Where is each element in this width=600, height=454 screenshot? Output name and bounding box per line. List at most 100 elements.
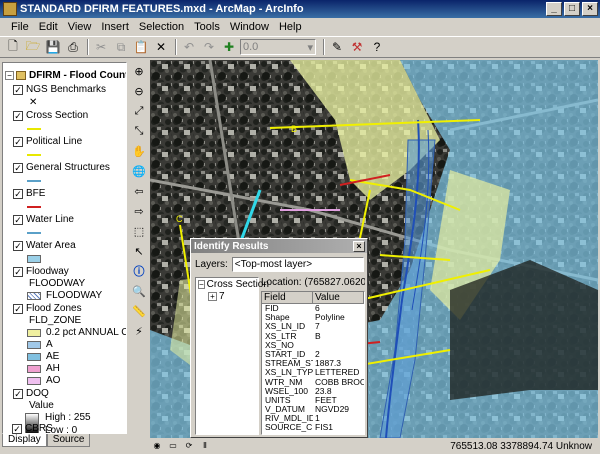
legend-line [27, 231, 41, 234]
layer-checkbox[interactable]: ✓ [13, 110, 23, 121]
select-elements-icon[interactable]: ↖ [130, 242, 148, 260]
attribute-row[interactable]: XS_LN_ID 7 [262, 322, 364, 331]
attribute-field-name: STREAM_STN [265, 359, 313, 369]
collapse-icon[interactable]: − [198, 279, 205, 289]
redo-icon[interactable]: ↷ [200, 38, 218, 56]
toc-layer-ngs-benchmarks[interactable]: ✓ NGS Benchmarks [13, 83, 106, 96]
attribute-row[interactable]: START_ID 2 [262, 350, 364, 359]
arctoolbox-icon[interactable]: ⚒ [348, 38, 366, 56]
attribute-row[interactable]: Shape Polyline [262, 313, 364, 322]
attribute-row[interactable]: XS_LN_TYP LETTERED [262, 368, 364, 377]
layer-checkbox[interactable]: ✓ [13, 388, 23, 399]
layer-checkbox[interactable]: ✓ [13, 303, 23, 314]
select-features-icon[interactable]: ⬚ [130, 222, 148, 240]
menu-help[interactable]: Help [274, 21, 307, 33]
attribute-field-value: B [315, 331, 321, 341]
attribute-field-name: XS_LN_ID [265, 322, 306, 332]
menu-window[interactable]: Window [225, 21, 274, 33]
pan-icon[interactable]: ✋ [130, 142, 148, 160]
toc-root[interactable]: − DFIRM - Flood County [5, 69, 126, 82]
new-document-icon[interactable]: 🗋 [4, 38, 22, 56]
attribute-row[interactable]: WSEL_100 23.8 [262, 387, 364, 396]
copy-icon[interactable]: ⧉ [112, 38, 130, 56]
toc-layer-general-structures[interactable]: ✓ General Structures [13, 161, 110, 174]
attribute-row[interactable]: SOURCE_CITFIS1 [262, 423, 364, 432]
data-view-icon[interactable]: ◉ [150, 440, 164, 452]
layers-dropdown[interactable]: <Top-most layer> [231, 257, 364, 272]
attribute-row[interactable]: UNITS FEET [262, 396, 364, 405]
attribute-field-value: 23.8 [315, 386, 332, 396]
column-header-field[interactable]: Field [262, 292, 313, 304]
forward-extent-icon[interactable]: ⇨ [130, 202, 148, 220]
map-scale-select[interactable]: 0.0 ▾ [240, 39, 316, 55]
menu-insert[interactable]: Insert [96, 21, 134, 33]
back-extent-icon[interactable]: ⇦ [130, 182, 148, 200]
attribute-row[interactable]: FID 6 [262, 304, 364, 313]
layer-checkbox[interactable]: ✓ [13, 162, 23, 173]
editor-toolbar-icon[interactable]: ✎ [328, 38, 346, 56]
expand-icon[interactable]: + [208, 291, 217, 301]
attribute-rows: FID 6 Shape Polyline XS_LN_ID 7 XS_LTR B XS_NO ST… [262, 304, 364, 433]
undo-icon[interactable]: ↶ [180, 38, 198, 56]
close-icon[interactable]: × [582, 2, 598, 16]
refresh-icon[interactable]: ⟳ [182, 440, 196, 452]
layer-checkbox[interactable]: ✓ [13, 214, 23, 225]
layer-checkbox[interactable]: ✓ [13, 136, 23, 147]
add-data-icon[interactable]: ✚ [220, 38, 238, 56]
menu-selection[interactable]: Selection [134, 21, 189, 33]
full-extent-icon[interactable]: 🌐 [130, 162, 148, 180]
toc-layer-water-line[interactable]: ✓ Water Line [13, 213, 74, 226]
attribute-row[interactable]: V_DATUM NGVD29 [262, 405, 364, 414]
paste-icon[interactable]: 📋 [132, 38, 150, 56]
identify-icon[interactable]: ⓘ [130, 262, 148, 280]
close-icon[interactable]: × [353, 240, 365, 252]
tree-node-feature[interactable]: + 7 [196, 290, 258, 302]
toc-layer-political-line[interactable]: ✓ Political Line [13, 135, 82, 148]
menu-file[interactable]: File [6, 21, 34, 33]
pause-drawing-icon[interactable]: Ⅱ [198, 440, 212, 452]
save-icon[interactable]: 💾 [44, 38, 62, 56]
whats-this-icon[interactable]: ? [368, 38, 386, 56]
tab-display[interactable]: Display [2, 434, 47, 447]
minimize-icon[interactable]: _ [546, 2, 562, 16]
toc-layer-cross-section[interactable]: ✓ Cross Section [13, 109, 88, 122]
layout-view-icon[interactable]: ▭ [166, 440, 180, 452]
delete-icon[interactable]: ✕ [152, 38, 170, 56]
legend-class: AO [27, 374, 60, 387]
cut-icon[interactable]: ✂ [92, 38, 110, 56]
attribute-field-name: XS_LTR [265, 331, 297, 341]
menu-tools[interactable]: Tools [189, 21, 225, 33]
print-icon[interactable]: ⎙ [64, 38, 82, 56]
find-icon[interactable]: 🔍 [130, 282, 148, 300]
zoom-out-icon[interactable]: ⊖ [130, 82, 148, 100]
menu-bar: File Edit View Insert Selection Tools Wi… [0, 18, 600, 36]
layer-checkbox[interactable]: ✓ [13, 266, 23, 277]
maximize-icon[interactable]: □ [564, 2, 580, 16]
dialog-title-bar[interactable]: Identify Results × [191, 239, 367, 253]
layer-checkbox[interactable]: ✓ [13, 188, 23, 199]
toc-layer-water-area[interactable]: ✓ Water Area [13, 239, 76, 252]
attribute-row[interactable]: XS_LTR B [262, 332, 364, 341]
map-scale-value: 0.0 [243, 41, 259, 53]
attribute-field-value: 1887.3 [315, 359, 342, 369]
zoom-in-icon[interactable]: ⊕ [130, 62, 148, 80]
layer-checkbox[interactable]: ✓ [12, 423, 22, 434]
tree-node-cross-section[interactable]: − Cross Section [196, 278, 269, 290]
fixed-zoom-out-icon[interactable]: ⤡ [130, 122, 148, 140]
tab-source[interactable]: Source [46, 434, 91, 447]
layer-checkbox[interactable]: ✓ [13, 240, 23, 251]
measure-icon[interactable]: 📏 [130, 302, 148, 320]
collapse-icon[interactable]: − [5, 71, 14, 80]
hyperlink-icon[interactable]: ⚡ [130, 322, 148, 340]
attribute-row[interactable]: STREAM_STN1887.3 [262, 359, 364, 368]
open-folder-icon[interactable]: 🗁 [24, 38, 42, 56]
attribute-row[interactable]: WTR_NM COBB BROOK [262, 378, 364, 387]
attribute-row[interactable]: RIV_MDL_ID 1 [262, 414, 364, 423]
menu-view[interactable]: View [63, 21, 97, 33]
toc-layer-bfe[interactable]: ✓ BFE [13, 187, 45, 200]
column-header-value[interactable]: Value [313, 292, 364, 304]
menu-edit[interactable]: Edit [34, 21, 63, 33]
fixed-zoom-in-icon[interactable]: ⤢ [130, 102, 148, 120]
attribute-row[interactable]: XS_NO [262, 341, 364, 350]
layer-checkbox[interactable]: ✓ [13, 84, 23, 95]
